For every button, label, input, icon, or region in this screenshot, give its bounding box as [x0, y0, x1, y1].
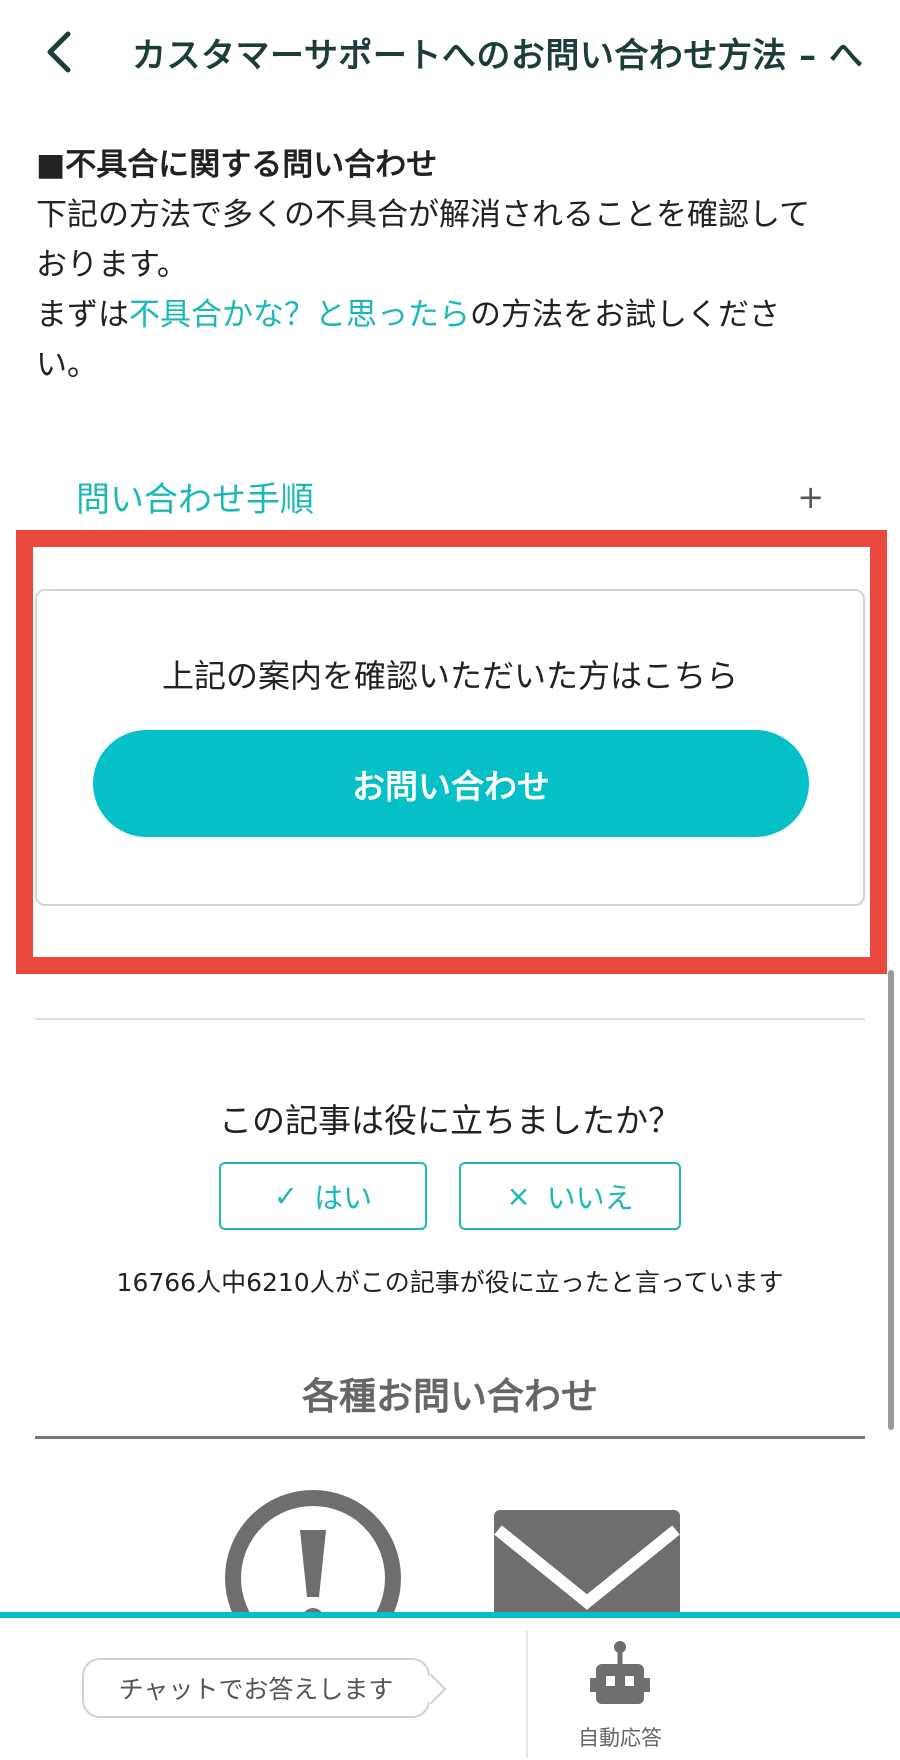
contact-button[interactable]: お問い合わせ [93, 730, 809, 837]
bottom-bar-separator [526, 1630, 528, 1758]
intro-line-3-suffix: の方法をお試しくださ [470, 297, 780, 333]
bottom-bar: チャットでお答えします 自動応答 [0, 1612, 900, 1760]
contact-section-title: 各種お問い合わせ [302, 1375, 598, 1418]
contact-card: 上記の案内を確認いただいた方はこちら お問い合わせ [35, 589, 865, 906]
plus-icon[interactable]: + [797, 478, 824, 516]
troubleshoot-link[interactable]: 不具合かな？と思ったら [129, 297, 470, 333]
feedback-yes-button[interactable]: ✓ はい [219, 1162, 427, 1230]
feedback-no-label: いいえ [546, 1181, 634, 1215]
intro-line-3-prefix: まずは [36, 297, 129, 333]
chat-bubble[interactable]: チャットでお答えします [82, 1658, 447, 1718]
feedback-stats: 16766人中6210人がこの記事が役に立ったと言っています [116, 1268, 784, 1297]
check-icon: ✓ [273, 1179, 299, 1213]
contact-card-text: 上記の案内を確認いただいた方はこちら [161, 657, 738, 695]
divider [35, 1018, 865, 1020]
bubble-tail [415, 1673, 447, 1705]
section-divider [35, 1436, 865, 1439]
auto-reply-button[interactable]: 自動応答 [560, 1638, 680, 1758]
feedback-question: この記事は役に立ちましたか？ [219, 1101, 681, 1140]
feedback-no-button[interactable]: × いいえ [459, 1162, 681, 1230]
scrollbar[interactable] [888, 970, 894, 1430]
back-arrow-icon[interactable] [38, 22, 88, 82]
page-title: カスタマーサポートへのお問い合わせ方法 – へ [132, 36, 864, 76]
inquiry-steps-accordion[interactable]: 問い合わせ手順 + [76, 468, 836, 524]
header: カスタマーサポートへのお問い合わせ方法 – へ [0, 0, 900, 100]
intro-line-2: おります。 [36, 247, 188, 283]
intro-heading: ■不具合に関する問い合わせ [36, 147, 438, 183]
accordion-label: 問い合わせ手順 [76, 480, 314, 520]
chat-bubble-text: チャットでお答えします [118, 1675, 394, 1704]
intro-line-4: い。 [36, 347, 98, 383]
intro-line-3: まずは不具合かな？と思ったらの方法をお試しくださ [36, 290, 866, 340]
auto-reply-label: 自動応答 [578, 1726, 662, 1750]
intro-text: ■不具合に関する問い合わせ 下記の方法で多くの不具合が解消されることを確認して … [36, 140, 866, 390]
feedback-yes-label: はい [314, 1181, 373, 1215]
intro-line-1: 下記の方法で多くの不具合が解消されることを確認して [36, 197, 811, 233]
cross-icon: × [506, 1179, 531, 1213]
robot-icon [590, 1641, 650, 1704]
